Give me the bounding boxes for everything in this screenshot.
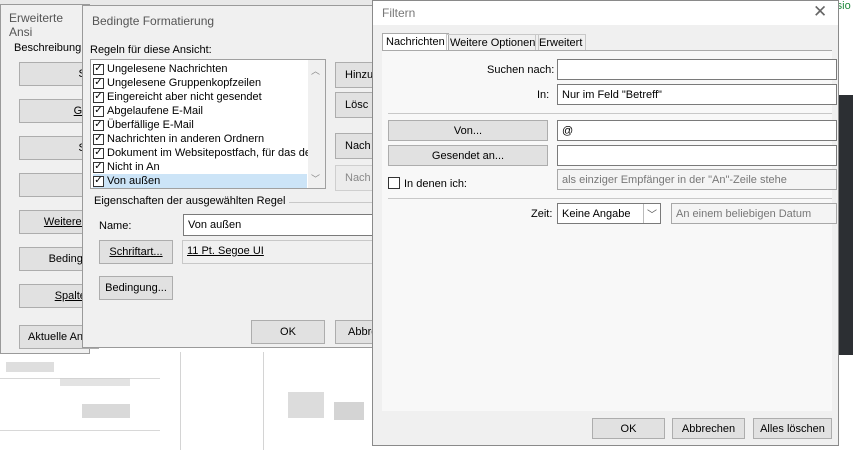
checkbox-checked[interactable]: ✓ — [93, 105, 104, 117]
from-button[interactable]: Von... — [388, 120, 548, 141]
filter-title-bar — [373, 1, 838, 25]
dialog-title: Erweiterte Ansi — [9, 11, 64, 39]
time-select[interactable]: Keine Angabe ﹀ — [557, 203, 661, 224]
time-select-value: Keine Angabe — [562, 207, 631, 220]
checkbox-checked[interactable]: ✓ — [93, 77, 104, 89]
rules-list[interactable]: ✓ Ungelesene Nachrichten ✓ Ungelesene Grup… — [90, 59, 326, 189]
where-i-label: In denen ich: — [404, 178, 467, 190]
rule-item[interactable]: ✓ Ungelesene Nachrichten — [93, 62, 227, 76]
scroll-up-icon[interactable]: ︿ — [311, 64, 320, 77]
clear-all-button[interactable]: Alles löschen — [753, 418, 832, 439]
sent-to-button[interactable]: Gesendet an... — [388, 145, 548, 166]
chevron-down-icon[interactable]: ﹀ — [643, 204, 660, 223]
checkbox-checked[interactable]: ✓ — [93, 119, 104, 131]
close-icon[interactable]: ✕ — [813, 2, 827, 22]
rule-item[interactable]: ✓ Nachrichten in anderen Ordnern — [93, 132, 264, 146]
condition-button[interactable]: Bedingung... — [99, 276, 173, 300]
rule-name-input[interactable]: Von außen — [183, 214, 403, 236]
checkbox-checked[interactable]: ✓ — [93, 147, 104, 159]
background-blurred-thumbnail — [288, 392, 324, 418]
search-label: Suchen nach: — [487, 64, 555, 76]
checkbox-checked[interactable]: ✓ — [93, 63, 104, 75]
properties-divider — [289, 202, 379, 203]
font-preview-text: 11 Pt. Segoe UI — [187, 245, 264, 257]
font-button[interactable]: Schriftart... — [99, 240, 173, 264]
background-list-separator — [0, 430, 160, 431]
where-i-checkbox[interactable] — [388, 177, 400, 189]
background-blurred-thumbnail — [60, 378, 130, 386]
properties-label: Eigenschaften der ausgewählten Regel — [94, 195, 286, 207]
checkbox-checked[interactable]: ✓ — [93, 91, 104, 103]
in-select[interactable]: Nur im Feld "Betreff" — [557, 84, 837, 105]
cancel-button[interactable]: Abbrechen — [672, 418, 745, 439]
scroll-down-icon[interactable]: ﹀ — [311, 172, 320, 185]
checkbox-checked[interactable]: ✓ — [93, 175, 104, 187]
ok-button[interactable]: OK — [251, 320, 325, 344]
background-blurred-thumbnail — [334, 402, 364, 420]
dialog-title: Bedingte Formatierung — [92, 14, 215, 28]
checkbox-checked[interactable]: ✓ — [93, 133, 104, 145]
rule-item[interactable]: ✓ Ungelesene Gruppenkopfzeilen — [93, 76, 261, 90]
rules-label: Regeln für diese Ansicht: — [90, 44, 212, 56]
time-label: Zeit: — [531, 208, 553, 220]
rule-item-selected[interactable]: ✓ Von außen — [93, 174, 307, 188]
rule-item[interactable]: ✓ Dokument im Websitepostfach, für das de… — [93, 146, 315, 160]
date-select[interactable]: An einem beliebigen Datum — [671, 203, 837, 224]
section-divider — [388, 198, 832, 199]
checkbox-checked[interactable]: ✓ — [93, 161, 104, 173]
section-divider — [388, 113, 832, 114]
group-label: Beschreibung — [14, 42, 82, 54]
sent-to-input[interactable] — [557, 145, 837, 166]
font-preview: 11 Pt. Segoe UI — [182, 240, 402, 264]
from-input[interactable]: @ — [557, 120, 837, 141]
rule-item[interactable]: ✓ Abgelaufene E-Mail — [93, 104, 203, 118]
background-blurred-thumbnail — [82, 404, 130, 418]
filter-dialog: Filtern ✕ Nachrichten Weitere Optionen E… — [372, 0, 839, 446]
background-divider — [180, 352, 181, 450]
rules-scrollbar[interactable]: ︿ ﹀ — [308, 60, 325, 188]
tab-panel: Suchen nach: In: Nur im Feld "Betreff" V… — [382, 50, 837, 411]
background-blurred-thumbnail — [6, 362, 54, 372]
conditional-formatting-dialog: Bedingte Formatierung Regeln für diese A… — [82, 5, 403, 348]
search-input[interactable] — [557, 59, 837, 80]
rule-item[interactable]: ✓ Nicht in An — [93, 160, 160, 174]
dialog-title: Filtern — [382, 6, 416, 20]
where-i-select[interactable]: als einziger Empfänger in der "An"-Zeile… — [557, 169, 837, 190]
rule-item[interactable]: ✓ Überfällige E-Mail — [93, 118, 194, 132]
background-divider — [263, 352, 264, 450]
ok-button[interactable]: OK — [592, 418, 665, 439]
name-label: Name: — [99, 220, 132, 232]
rule-item[interactable]: ✓ Eingereicht aber nicht gesendet — [93, 90, 262, 104]
advanced-view-dialog: Erweiterte Ansi Beschreibung Sp Gru So F… — [0, 4, 99, 354]
in-label: In: — [537, 89, 550, 101]
